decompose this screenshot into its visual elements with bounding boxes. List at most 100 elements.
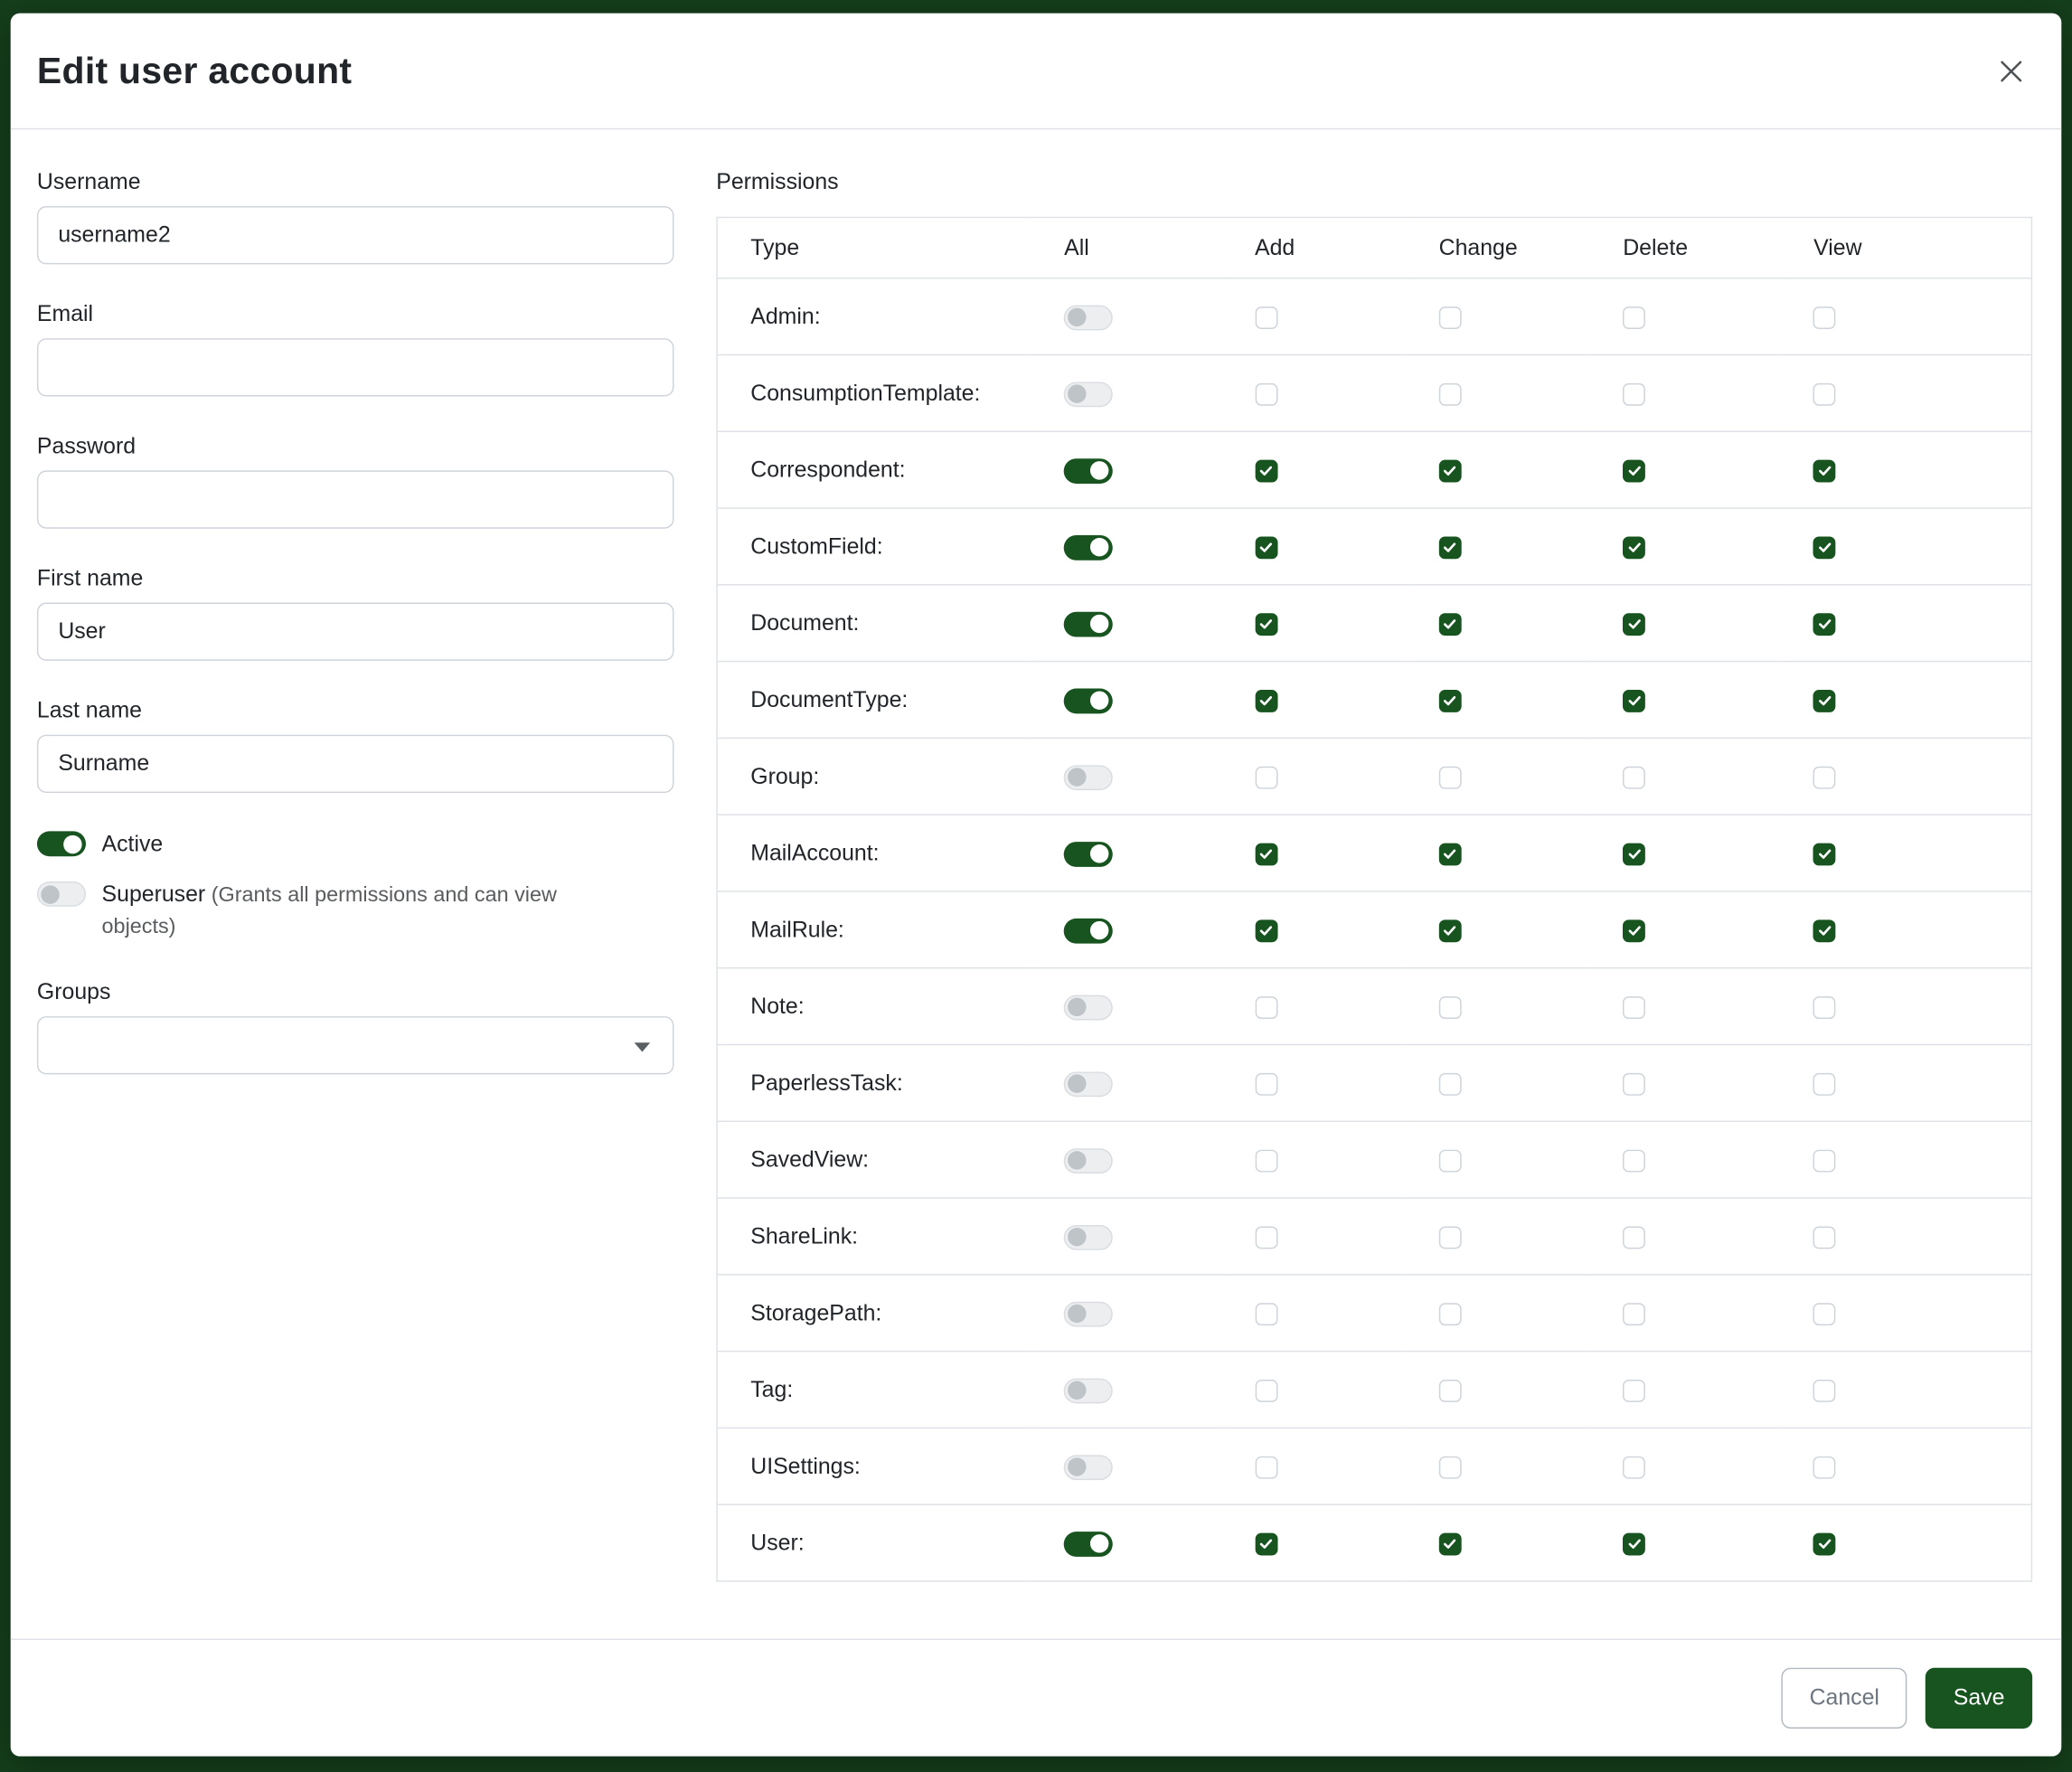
permission-all-toggle[interactable] <box>1064 382 1113 407</box>
permission-add-checkbox[interactable] <box>1255 1379 1277 1401</box>
permission-type-label: Admin: <box>717 278 1032 355</box>
permission-delete-checkbox[interactable] <box>1623 1303 1645 1325</box>
groups-select[interactable] <box>37 1016 674 1074</box>
permission-add-checkbox[interactable] <box>1255 613 1277 636</box>
permission-all-toggle[interactable] <box>1064 1531 1113 1556</box>
permission-delete-checkbox[interactable] <box>1623 1379 1645 1401</box>
permission-add-checkbox[interactable] <box>1255 1456 1277 1478</box>
permission-add-checkbox[interactable] <box>1255 1149 1277 1172</box>
permission-view-checkbox[interactable] <box>1813 382 1836 405</box>
permission-delete-checkbox[interactable] <box>1623 919 1645 942</box>
permission-add-checkbox[interactable] <box>1255 689 1277 712</box>
permission-change-checkbox[interactable] <box>1439 843 1462 865</box>
permission-change-checkbox[interactable] <box>1439 1072 1462 1095</box>
permission-add-checkbox[interactable] <box>1255 536 1277 559</box>
permission-add-checkbox[interactable] <box>1255 995 1277 1018</box>
permission-change-checkbox[interactable] <box>1439 536 1462 559</box>
toggle-knob <box>1069 1305 1087 1323</box>
permission-delete-checkbox[interactable] <box>1623 1456 1645 1478</box>
permission-view-checkbox[interactable] <box>1813 1149 1836 1172</box>
permission-change-checkbox[interactable] <box>1439 766 1462 788</box>
permission-change-checkbox[interactable] <box>1439 995 1462 1018</box>
permission-all-toggle[interactable] <box>1064 534 1113 560</box>
permission-add-checkbox[interactable] <box>1255 1303 1277 1325</box>
permission-add-checkbox[interactable] <box>1255 1226 1277 1249</box>
permission-delete-checkbox[interactable] <box>1623 1072 1645 1095</box>
superuser-toggle[interactable] <box>37 881 86 907</box>
permission-all-toggle[interactable] <box>1064 611 1113 636</box>
permission-delete-checkbox[interactable] <box>1623 536 1645 559</box>
permission-delete-checkbox[interactable] <box>1623 613 1645 636</box>
close-icon[interactable] <box>1990 50 2032 92</box>
permission-all-toggle[interactable] <box>1064 1301 1113 1326</box>
permission-change-checkbox[interactable] <box>1439 1532 1462 1555</box>
active-toggle[interactable] <box>37 831 86 856</box>
permission-change-checkbox[interactable] <box>1439 306 1462 328</box>
permission-delete-checkbox[interactable] <box>1623 766 1645 788</box>
permission-change-checkbox[interactable] <box>1439 459 1462 482</box>
save-button[interactable]: Save <box>1926 1668 2032 1729</box>
permission-all-toggle[interactable] <box>1064 457 1113 483</box>
modal-header: Edit user account <box>11 14 2062 130</box>
permission-all-toggle[interactable] <box>1064 1378 1113 1403</box>
permission-delete-checkbox[interactable] <box>1623 382 1645 405</box>
permission-view-checkbox[interactable] <box>1813 843 1836 865</box>
modal-footer: Cancel Save <box>11 1639 2062 1757</box>
permission-add-checkbox[interactable] <box>1255 919 1277 942</box>
permission-all-toggle[interactable] <box>1064 765 1113 790</box>
permission-view-checkbox[interactable] <box>1813 995 1836 1018</box>
permission-all-toggle[interactable] <box>1064 688 1113 713</box>
permission-view-checkbox[interactable] <box>1813 1226 1836 1249</box>
permission-change-checkbox[interactable] <box>1439 1456 1462 1478</box>
permission-all-toggle[interactable] <box>1064 994 1113 1020</box>
permission-all-toggle[interactable] <box>1064 1071 1113 1097</box>
permission-change-checkbox[interactable] <box>1439 382 1462 405</box>
permission-change-checkbox[interactable] <box>1439 1149 1462 1172</box>
permission-all-toggle[interactable] <box>1064 841 1113 866</box>
permission-change-checkbox[interactable] <box>1439 1379 1462 1401</box>
username-input[interactable] <box>37 206 674 264</box>
permission-delete-checkbox[interactable] <box>1623 1226 1645 1249</box>
permission-view-checkbox[interactable] <box>1813 1072 1836 1095</box>
first-name-input[interactable] <box>37 603 674 661</box>
permission-all-toggle[interactable] <box>1064 1224 1113 1249</box>
permission-view-checkbox[interactable] <box>1813 689 1836 712</box>
permission-change-checkbox[interactable] <box>1439 1303 1462 1325</box>
permission-delete-checkbox[interactable] <box>1623 843 1645 865</box>
permission-add-checkbox[interactable] <box>1255 306 1277 328</box>
permission-view-checkbox[interactable] <box>1813 1456 1836 1478</box>
permission-add-checkbox[interactable] <box>1255 1532 1277 1555</box>
permission-add-checkbox[interactable] <box>1255 843 1277 865</box>
permission-delete-checkbox[interactable] <box>1623 689 1645 712</box>
cancel-button[interactable]: Cancel <box>1782 1668 1907 1729</box>
last-name-input[interactable] <box>37 735 674 793</box>
permission-add-checkbox[interactable] <box>1255 459 1277 482</box>
permission-view-checkbox[interactable] <box>1813 1303 1836 1325</box>
permission-delete-checkbox[interactable] <box>1623 995 1645 1018</box>
permission-change-checkbox[interactable] <box>1439 689 1462 712</box>
permission-change-checkbox[interactable] <box>1439 1226 1462 1249</box>
permission-add-checkbox[interactable] <box>1255 766 1277 788</box>
permission-all-toggle[interactable] <box>1064 1455 1113 1480</box>
permission-add-checkbox[interactable] <box>1255 1072 1277 1095</box>
permission-add-checkbox[interactable] <box>1255 382 1277 405</box>
permission-all-toggle[interactable] <box>1064 1148 1113 1173</box>
permission-change-checkbox[interactable] <box>1439 613 1462 636</box>
permission-all-toggle[interactable] <box>1064 918 1113 943</box>
permission-view-checkbox[interactable] <box>1813 536 1836 559</box>
permission-view-checkbox[interactable] <box>1813 306 1836 328</box>
permission-view-checkbox[interactable] <box>1813 1532 1836 1555</box>
permission-change-checkbox[interactable] <box>1439 919 1462 942</box>
permission-view-checkbox[interactable] <box>1813 1379 1836 1401</box>
permission-view-checkbox[interactable] <box>1813 766 1836 788</box>
permission-delete-checkbox[interactable] <box>1623 306 1645 328</box>
permission-view-checkbox[interactable] <box>1813 459 1836 482</box>
permission-delete-checkbox[interactable] <box>1623 459 1645 482</box>
permission-delete-checkbox[interactable] <box>1623 1149 1645 1172</box>
email-input[interactable] <box>37 338 674 396</box>
permission-view-checkbox[interactable] <box>1813 613 1836 636</box>
permission-delete-checkbox[interactable] <box>1623 1532 1645 1555</box>
password-input[interactable] <box>37 470 674 528</box>
permission-all-toggle[interactable] <box>1064 305 1113 330</box>
permission-view-checkbox[interactable] <box>1813 919 1836 942</box>
